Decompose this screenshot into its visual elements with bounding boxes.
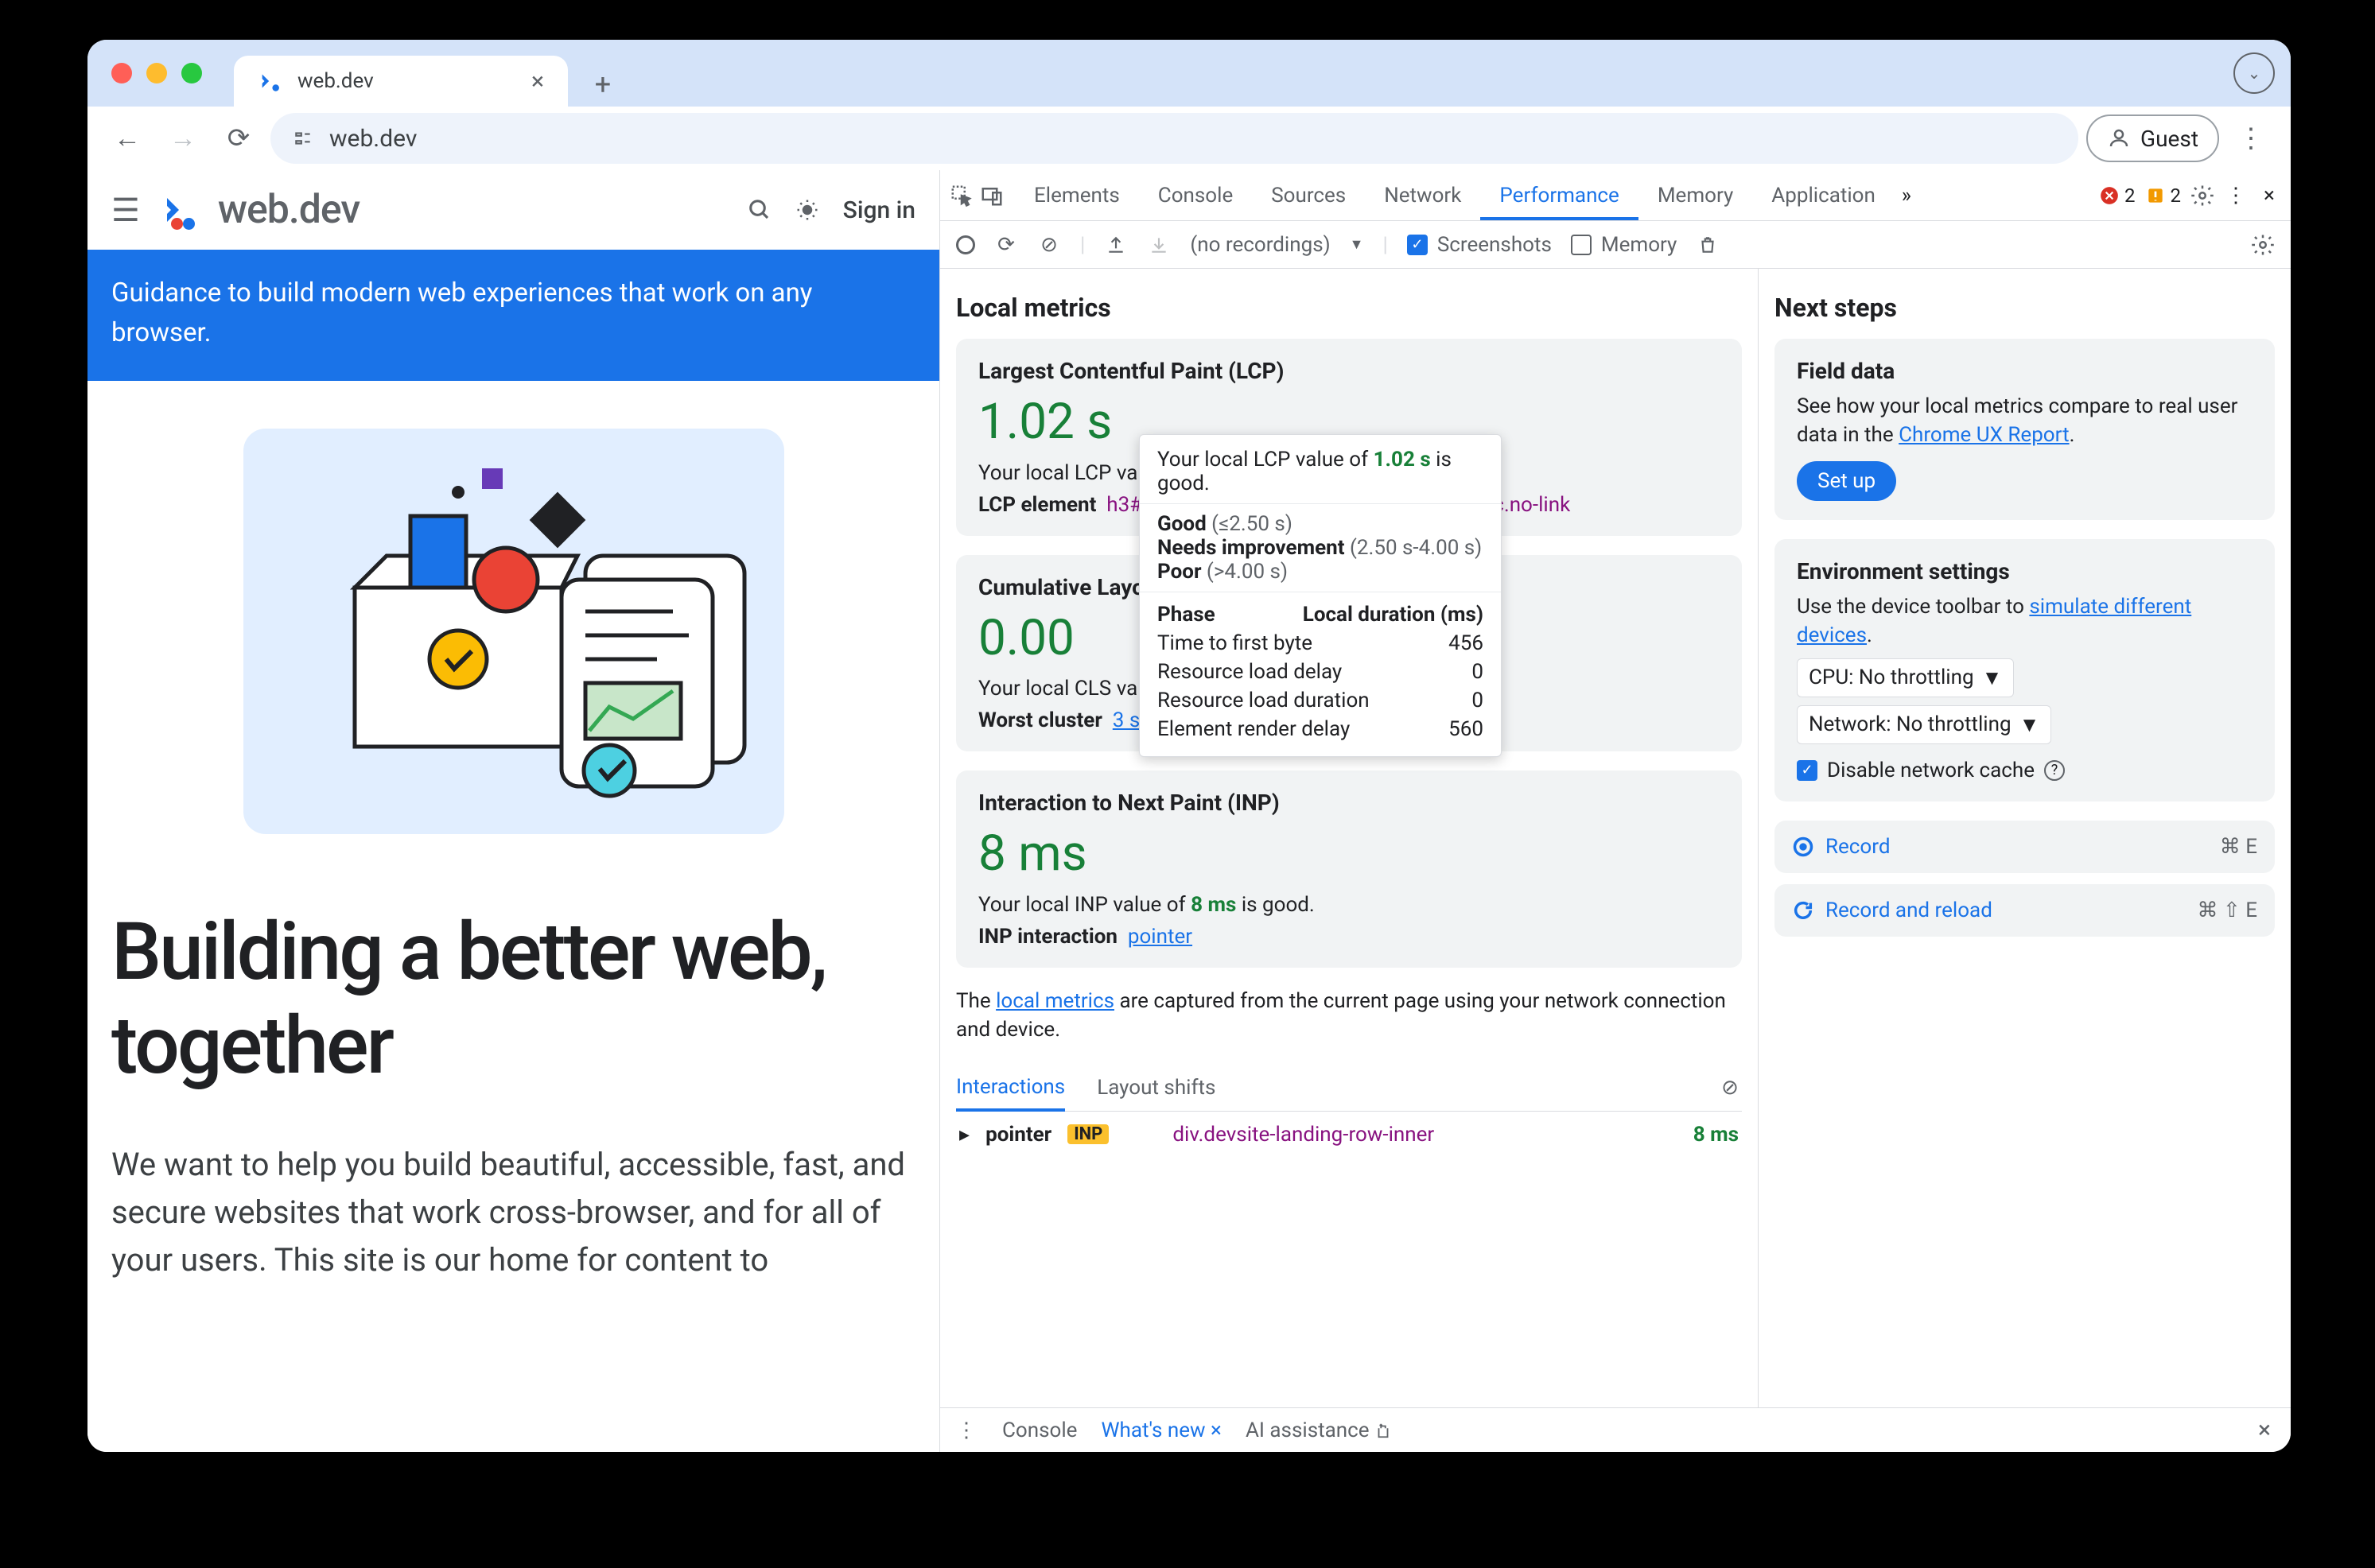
inspect-icon[interactable] — [950, 184, 974, 208]
tab-console[interactable]: Console — [1139, 170, 1252, 220]
drawer-tab-ai[interactable]: AI assistance — [1246, 1419, 1392, 1442]
browser-tab[interactable]: web.dev × — [234, 56, 568, 107]
tab-network[interactable]: Network — [1365, 170, 1480, 220]
drawer-tab-whatsnew[interactable]: What's new × — [1101, 1419, 1221, 1442]
interaction-row[interactable]: ▸ pointer INP div.devsite-landing-row-in… — [956, 1112, 1742, 1158]
browser-menu-icon[interactable]: ⋮ — [2227, 114, 2275, 162]
close-whatsnew-icon[interactable]: × — [1211, 1419, 1222, 1442]
window-minimize[interactable] — [146, 63, 167, 83]
reload-record-icon[interactable]: ⟳ — [994, 233, 1018, 257]
local-metrics-link[interactable]: local metrics — [996, 989, 1114, 1013]
devtools-panel: Elements Console Sources Network Perform… — [939, 170, 2291, 1452]
site-logo[interactable]: web.dev — [159, 186, 360, 234]
hero-body: We want to help you build beautiful, acc… — [111, 1141, 915, 1284]
inp-title: Interaction to Next Paint (INP) — [978, 790, 1720, 816]
subtab-interactions[interactable]: Interactions — [956, 1065, 1065, 1112]
tab-title: web.dev — [297, 69, 374, 93]
record-icon[interactable] — [956, 235, 975, 254]
crux-report-link[interactable]: Chrome UX Report — [1899, 423, 2069, 447]
close-tab-icon[interactable]: × — [531, 68, 544, 95]
window-maximize[interactable] — [181, 63, 202, 83]
interaction-element: div.devsite-landing-row-inner — [1172, 1123, 1434, 1147]
expand-icon[interactable]: ▸ — [959, 1123, 970, 1147]
record-action[interactable]: Record ⌘ E — [1774, 821, 2275, 873]
inp-badge: INP — [1067, 1124, 1109, 1144]
next-steps-heading: Next steps — [1774, 293, 2275, 323]
tab-elements[interactable]: Elements — [1015, 170, 1139, 220]
cpu-throttle-select[interactable]: CPU: No throttling▼ — [1797, 658, 2014, 697]
clear-icon[interactable]: ⊘ — [1037, 233, 1061, 257]
warnings-badge[interactable]: 2 — [2145, 184, 2182, 207]
screenshots-checkbox[interactable]: ✓Screenshots — [1407, 233, 1552, 257]
env-settings-card: Environment settings Use the device tool… — [1774, 539, 2275, 801]
field-data-card: Field data See how your local metrics co… — [1774, 339, 2275, 520]
gc-icon[interactable] — [1696, 233, 1720, 257]
interaction-value: 8 ms — [1693, 1123, 1739, 1147]
network-throttle-select[interactable]: Network: No throttling▼ — [1797, 705, 2051, 744]
device-toolbar-icon[interactable] — [980, 184, 1004, 208]
subtab-layout-shifts[interactable]: Layout shifts — [1097, 1066, 1215, 1109]
logo-text: web.dev — [218, 187, 360, 233]
search-icon[interactable] — [748, 198, 772, 222]
disable-cache-checkbox[interactable]: ✓ Disable network cache ? — [1797, 759, 2253, 782]
drawer-menu-icon[interactable]: ⋮ — [954, 1419, 978, 1442]
hero-title: Building a better web, together — [111, 906, 915, 1093]
local-metrics-heading: Local metrics — [956, 293, 1742, 323]
lcp-title: Largest Contentful Paint (LCP) — [978, 358, 1720, 384]
forward-button: → — [159, 114, 207, 162]
more-tabs-icon[interactable]: » — [1895, 184, 1918, 208]
site-settings-icon[interactable] — [293, 128, 313, 149]
tab-application[interactable]: Application — [1752, 170, 1895, 220]
reload-button[interactable]: ⟳ — [215, 114, 262, 162]
theme-toggle-icon[interactable] — [795, 198, 819, 222]
hamburger-icon[interactable]: ☰ — [111, 192, 140, 229]
tab-dropdown-icon[interactable]: ⌄ — [2233, 52, 2275, 94]
url-text: web.dev — [329, 125, 417, 153]
record-reload-action[interactable]: Record and reload ⌘ ⇧ E — [1774, 884, 2275, 937]
tab-performance[interactable]: Performance — [1480, 170, 1638, 220]
new-tab-button[interactable]: + — [581, 62, 625, 107]
window-close[interactable] — [111, 63, 132, 83]
page-banner: Guidance to build modern web experiences… — [87, 250, 939, 381]
page-viewport: ☰ web.dev Sign in Guidance to build mode… — [87, 170, 939, 1452]
lcp-tooltip: Your local LCP value of 1.02 s is good. … — [1139, 434, 1502, 757]
address-bar[interactable]: web.dev — [270, 113, 2078, 164]
inp-value: 8 ms — [978, 822, 1720, 887]
profile-label: Guest — [2140, 126, 2198, 152]
lcp-card: Largest Contentful Paint (LCP) 1.02 s Yo… — [956, 339, 1742, 536]
settings-icon[interactable] — [2190, 184, 2214, 208]
help-icon[interactable]: ? — [2044, 760, 2065, 781]
profile-button[interactable]: Guest — [2086, 114, 2219, 162]
setup-button[interactable]: Set up — [1797, 461, 1896, 501]
inp-card: Interaction to Next Paint (INP) 8 ms You… — [956, 770, 1742, 968]
back-button[interactable]: ← — [103, 114, 151, 162]
favicon-icon — [258, 68, 285, 95]
panel-settings-icon[interactable] — [2251, 233, 2275, 257]
recordings-dropdown[interactable]: (no recordings) — [1190, 233, 1330, 257]
memory-checkbox[interactable]: Memory — [1571, 233, 1677, 257]
close-devtools-icon[interactable]: × — [2257, 184, 2281, 208]
close-drawer-icon[interactable]: × — [2253, 1419, 2276, 1442]
sign-in-link[interactable]: Sign in — [843, 196, 915, 224]
drawer-tab-console[interactable]: Console — [1002, 1419, 1077, 1442]
inp-interaction-link[interactable]: pointer — [1128, 925, 1192, 949]
download-icon[interactable] — [1147, 233, 1171, 257]
tab-sources[interactable]: Sources — [1252, 170, 1365, 220]
devtools-menu-icon[interactable]: ⋮ — [2224, 184, 2248, 208]
errors-badge[interactable]: 2 — [2099, 184, 2136, 207]
clear-interactions-icon[interactable]: ⊘ — [1718, 1076, 1742, 1100]
upload-icon[interactable] — [1104, 233, 1128, 257]
hero-illustration — [243, 429, 784, 834]
tab-memory[interactable]: Memory — [1638, 170, 1752, 220]
